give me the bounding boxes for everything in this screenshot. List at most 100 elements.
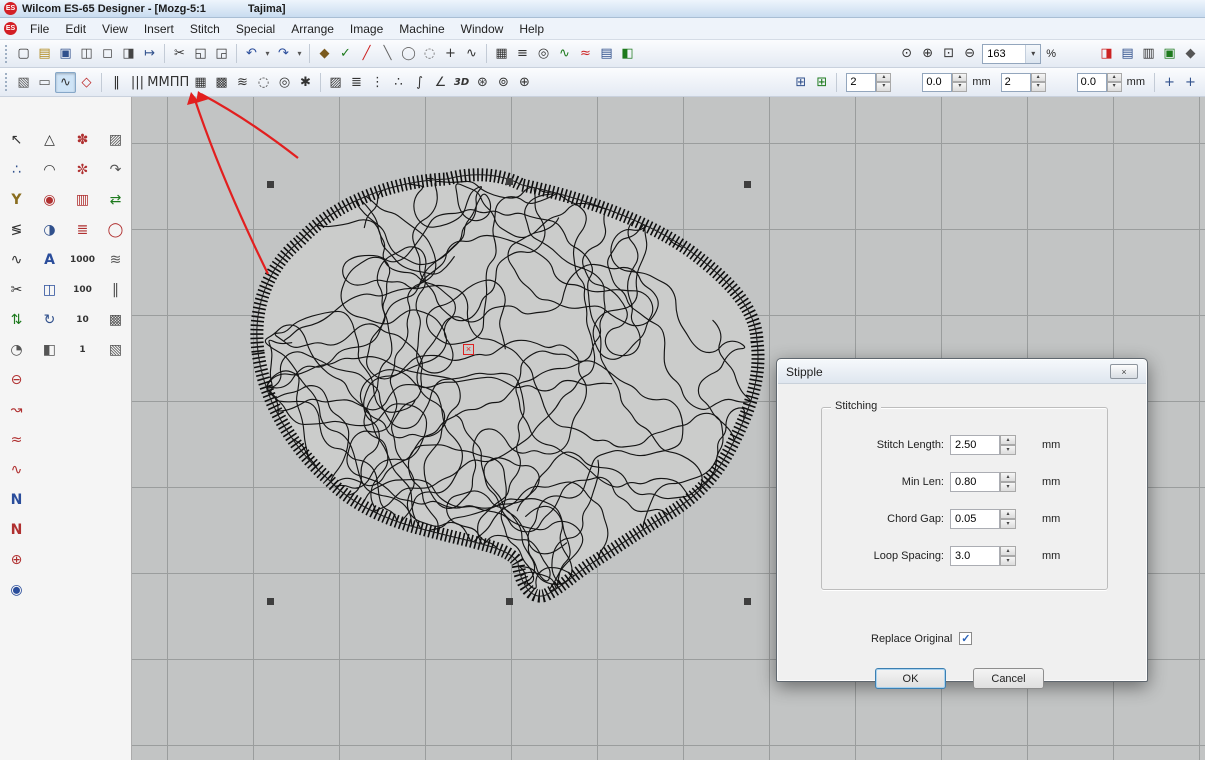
zoom-factor-button[interactable]: ⊙ [896,43,917,64]
menu-item[interactable]: Edit [57,20,94,38]
thread-film-button[interactable]: ▤ [596,43,617,64]
blank[interactable] [99,365,132,395]
toolbar-field-input[interactable] [922,73,952,92]
tool-zigzag-button[interactable]: ≶ [0,215,33,245]
undo-button[interactable]: ↶ [241,43,262,64]
tool-travel-start-button[interactable]: N [0,485,33,515]
move-design-button[interactable]: + [1159,72,1180,93]
toolbar-field-input[interactable] [846,73,876,92]
e-stitch-button[interactable]: ΠΠ [169,72,190,93]
show-hoop-button[interactable]: ◎ [533,43,554,64]
move-hoop-button[interactable]: + [1180,72,1201,93]
radial-fill-button[interactable]: ✱ [295,72,316,93]
spin-up-button[interactable]: ▴ [952,73,967,83]
toolbar-grip[interactable] [5,45,9,63]
pattern-fill-button[interactable]: ▩ [211,72,232,93]
print-preview-button[interactable]: ◻ [97,43,118,64]
design-palette-button[interactable]: ◨ [1096,43,1117,64]
spin-down-button[interactable]: ▾ [1000,482,1016,492]
tool-digitize-run-button[interactable]: △ [33,125,66,155]
zoom-box-button[interactable]: ⊡ [938,43,959,64]
tool-rotate-button[interactable]: ↻ [33,305,66,335]
undo-dropdown[interactable]: ▾ [262,43,273,64]
pen-outline-button[interactable]: ╲ [377,43,398,64]
dialog-close-button[interactable]: × [1110,364,1138,379]
stitch-sequence-button[interactable]: ▥ [1138,43,1159,64]
spin-up-button[interactable]: ▴ [1107,73,1122,83]
menu-item[interactable]: Machine [391,20,452,38]
snap-to-grid-button[interactable]: ⊞ [811,72,832,93]
object-center-marker[interactable]: × [463,344,474,355]
zoom-dropdown-button[interactable]: ▾ [1025,45,1040,63]
selection-handle[interactable] [267,181,274,188]
menu-item[interactable]: Insert [136,20,182,38]
tool-digitize-dome-button[interactable]: ◠ [33,155,66,185]
toolbar-field-input[interactable] [1077,73,1107,92]
blank[interactable] [66,365,99,395]
export-machine-file-button[interactable]: ◨ [118,43,139,64]
grid-settings-button[interactable]: ⊞ [790,72,811,93]
spin-down-button[interactable]: ▾ [1000,445,1016,455]
tool-insert-point-button[interactable]: ⊕ [0,545,33,575]
tool-small-stitch-filter-button[interactable]: ≈ [0,425,33,455]
menu-item[interactable]: Stitch [182,20,228,38]
contour-fill-button[interactable]: ◌ [253,72,274,93]
spin-up-button[interactable]: ▴ [1000,509,1016,519]
tool-1000-stitches-button[interactable]: 1000 [66,245,99,275]
freehand-draw-button[interactable]: ∿ [461,43,482,64]
menu-item[interactable]: Special [228,20,283,38]
tool-texture-button[interactable]: ▧ [99,335,132,365]
tool-complex-fill-button[interactable]: ◉ [33,185,66,215]
cut-button[interactable]: ✂ [169,43,190,64]
tool-stitch-edit-button[interactable]: ↝ [0,395,33,425]
effects-button[interactable]: ◆ [1180,43,1201,64]
color-film-button[interactable]: ▤ [1117,43,1138,64]
new-design-button[interactable]: ▢ [13,43,34,64]
menu-item[interactable]: File [22,20,57,38]
replace-original-checkbox[interactable]: ✓ [959,632,972,645]
menu-item[interactable]: View [94,20,136,38]
tool-reshape-button[interactable]: ∴ [0,155,33,185]
sculpture-run-button[interactable]: ∫ [409,72,430,93]
spin-down-button[interactable]: ▾ [1000,556,1016,566]
tool-flower-big-button[interactable]: ✼ [66,155,99,185]
add-node-button[interactable]: + [440,43,461,64]
stipple-run-button[interactable]: ∿ [55,72,76,93]
bitmap-frame-button[interactable]: ▧ [13,72,34,93]
selection-handle[interactable] [506,598,513,605]
tool-scissors-button[interactable]: ✂ [0,275,33,305]
spin-down-button[interactable]: ▾ [1031,82,1046,92]
toolbar-field-input[interactable] [1001,73,1031,92]
spin-down-button[interactable]: ▾ [952,82,967,92]
tool-monogram-button[interactable]: ◫ [33,275,66,305]
redo-dropdown[interactable]: ▾ [294,43,305,64]
object-properties-button[interactable]: ▣ [1159,43,1180,64]
tool-ring-button[interactable]: ⊖ [0,365,33,395]
selection-handle[interactable] [506,178,513,185]
overlap-view-button[interactable]: ◧ [617,43,638,64]
zigzag-stitch-button[interactable]: MM [148,72,169,93]
tool-arc-button[interactable]: ↷ [99,155,132,185]
satin-wide-button[interactable]: ||| [127,72,148,93]
fancy-fill-button[interactable]: ▨ [325,72,346,93]
3d-warp-button[interactable]: 3D [451,72,472,93]
title-bar[interactable]: ES Wilcom ES-65 Designer - [Mozg-5:1 Taj… [0,0,1205,18]
tool-parallel-hatch-button[interactable]: ▨ [99,125,132,155]
pen-red-button[interactable]: ╱ [356,43,377,64]
ok-button[interactable]: OK [875,668,946,689]
star-fill-button[interactable]: ⊕ [514,72,535,93]
spin-up-button[interactable]: ▴ [876,73,891,83]
tool-mirror-merge-button[interactable]: ⇄ [99,185,132,215]
tool-ellipse-button[interactable]: ◯ [99,215,132,245]
toolbar-grip[interactable] [5,73,9,91]
tool-flower-small-button[interactable]: ✽ [66,125,99,155]
zoom-out-button[interactable]: ⊖ [959,43,980,64]
blank[interactable] [33,365,66,395]
spin-up-button[interactable]: ▴ [1000,435,1016,445]
tool-buttonhole-button[interactable]: ‖ [99,275,132,305]
tool-freehand-button[interactable]: ∿ [0,245,33,275]
tool-column-stitch-button[interactable]: ▥ [66,185,99,215]
paste-button[interactable]: ◲ [211,43,232,64]
show-stitches-button[interactable]: ≡ [512,43,533,64]
field-input[interactable] [950,472,1000,492]
